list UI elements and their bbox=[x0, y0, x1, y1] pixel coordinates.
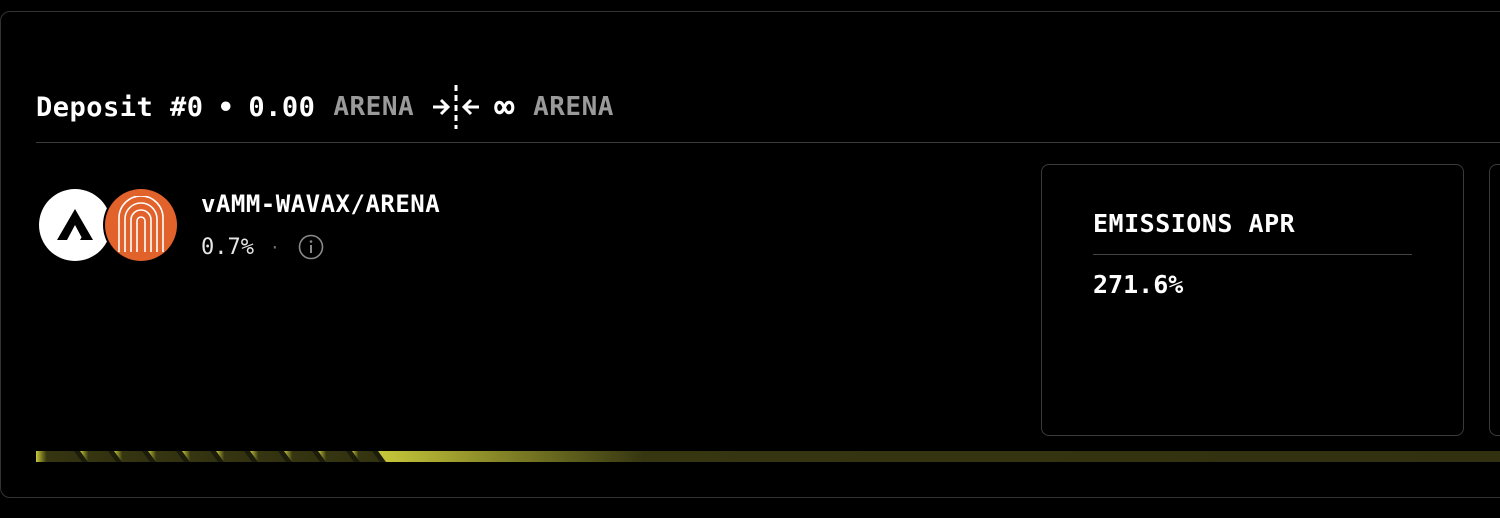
meta-separator: · bbox=[269, 237, 280, 257]
range-arrows-icon bbox=[433, 85, 480, 129]
avalanche-icon bbox=[39, 189, 111, 261]
pool-meta: 0.7% · bbox=[201, 234, 324, 260]
max-amount: ∞ bbox=[494, 87, 516, 127]
pool-name: vAMM-WAVAX/ARENA bbox=[201, 190, 441, 218]
min-amount: 0.00 bbox=[248, 91, 316, 123]
stat-divider bbox=[1093, 254, 1412, 255]
header-divider bbox=[36, 142, 1500, 143]
min-token: ARENA bbox=[333, 92, 415, 122]
info-icon[interactable] bbox=[298, 234, 324, 260]
emissions-apr-value: 271.6% bbox=[1093, 270, 1184, 299]
deposit-header: Deposit #0 • 0.00 ARENA ∞ ARENA bbox=[36, 85, 614, 129]
max-token: ARENA bbox=[533, 92, 614, 122]
arena-icon bbox=[105, 189, 177, 261]
deposit-title: Deposit #0 bbox=[36, 91, 204, 123]
secondary-stat-card bbox=[1489, 164, 1500, 436]
pool-fee: 0.7% bbox=[201, 234, 254, 260]
emissions-apr-label: EMISSIONS APR bbox=[1093, 209, 1296, 238]
header-separator: • bbox=[217, 91, 235, 123]
pool-token-icons bbox=[39, 189, 179, 261]
emissions-apr-card: EMISSIONS APR 271.6% bbox=[1041, 164, 1464, 436]
striped-progress-bar bbox=[36, 451, 1500, 462]
deposit-card: Deposit #0 • 0.00 ARENA ∞ ARENA vAMM-WAV… bbox=[0, 11, 1500, 498]
